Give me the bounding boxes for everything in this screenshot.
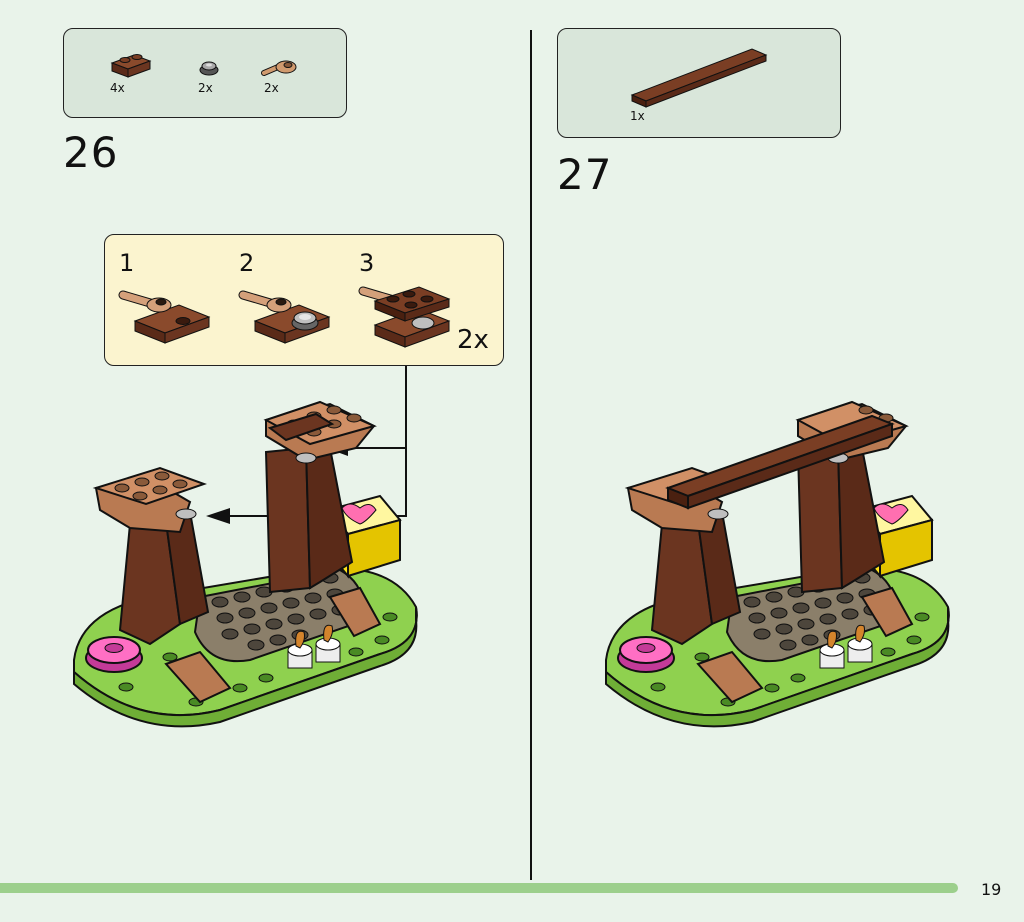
step-divider: [530, 30, 532, 880]
step27-model: [605, 400, 950, 728]
step26-model: [73, 400, 418, 728]
footer-bar: [0, 883, 958, 893]
brown-long-plate-icon: [630, 48, 768, 108]
step-number-27: 27: [557, 150, 613, 199]
step27-parts-box: 1x: [557, 28, 841, 138]
part-qty: 1x: [630, 109, 645, 123]
page-number: 19: [981, 880, 1002, 899]
